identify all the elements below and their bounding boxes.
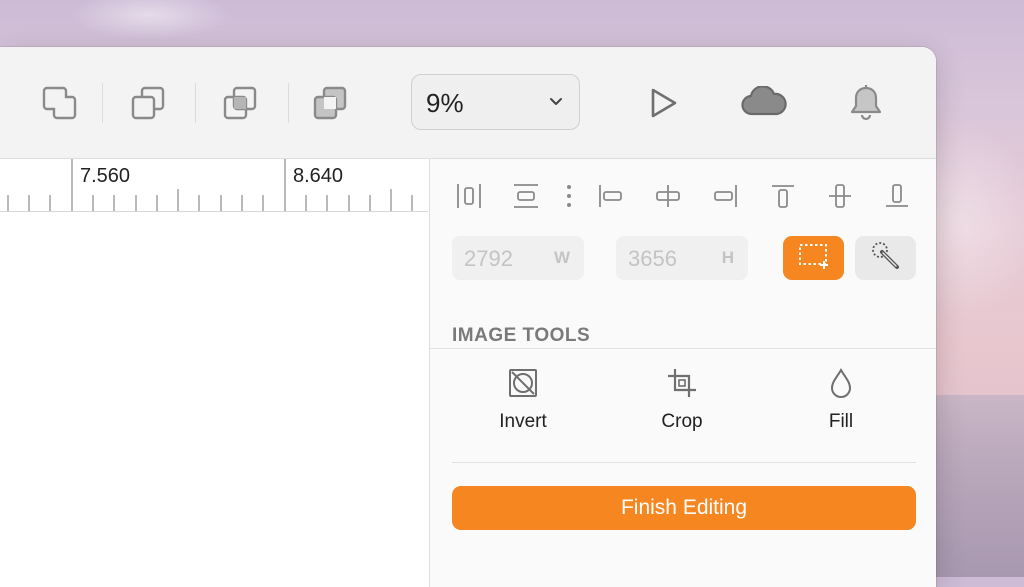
- align-top-icon[interactable]: [766, 179, 800, 213]
- width-unit-label: W: [553, 248, 570, 267]
- section-divider: [452, 462, 916, 463]
- marquee-select-icon: [796, 241, 832, 276]
- fill-label: Fill: [828, 411, 854, 432]
- align-center-vertical-icon[interactable]: [823, 179, 857, 213]
- subtract-icon[interactable]: [128, 83, 168, 123]
- width-value: 2792: [464, 246, 513, 271]
- magic-wand-button[interactable]: [855, 236, 916, 280]
- crop-tool-button[interactable]: Crop: [627, 363, 737, 433]
- toolbar-separator: [195, 83, 196, 123]
- toolbar-separator: [288, 83, 289, 123]
- cloud-icon[interactable]: [740, 83, 788, 123]
- invert-icon: [468, 363, 578, 403]
- horizontal-ruler: 7.560 8.640: [0, 159, 428, 212]
- ruler-label: 7.560: [80, 165, 131, 187]
- invert-label: Invert: [499, 411, 547, 432]
- align-center-horizontal-icon[interactable]: [651, 179, 685, 213]
- height-unit-label: H: [721, 248, 734, 267]
- bell-icon[interactable]: [846, 83, 886, 123]
- finish-editing-button[interactable]: Finish Editing: [452, 486, 916, 530]
- union-icon[interactable]: [40, 83, 80, 123]
- inspector-panel: 2792 W 3656 H IMAGE TOOLS Invert Crop Fi…: [429, 159, 936, 587]
- intersect-icon[interactable]: [220, 83, 260, 123]
- background-sea: [936, 395, 1024, 577]
- drop-icon: [786, 363, 896, 403]
- zoom-select[interactable]: 9%: [411, 74, 580, 130]
- canvas[interactable]: [0, 212, 428, 587]
- image-tools-title: IMAGE TOOLS: [452, 325, 591, 346]
- zoom-value: 9%: [426, 88, 464, 118]
- width-field[interactable]: 2792 W: [452, 236, 584, 280]
- height-value: 3656: [628, 246, 677, 271]
- crop-label: Crop: [661, 411, 703, 432]
- crop-icon: [627, 363, 737, 403]
- play-icon[interactable]: [642, 83, 682, 123]
- selection-tool-button[interactable]: [783, 236, 844, 280]
- distribute-vertical-icon[interactable]: [509, 179, 543, 213]
- difference-icon[interactable]: [310, 83, 350, 123]
- background-cloud: [70, 0, 230, 40]
- magic-wand-icon: [869, 240, 903, 277]
- toolbar-separator: [102, 83, 103, 123]
- more-options-icon[interactable]: [552, 179, 586, 213]
- invert-tool-button[interactable]: Invert: [468, 363, 578, 433]
- align-bottom-icon[interactable]: [880, 179, 914, 213]
- ruler-ticks: [7, 159, 413, 211]
- fill-tool-button[interactable]: Fill: [786, 363, 896, 433]
- app-window: 9% 7.560 8.640 2792 W 3656 H IMAGE TOOLS…: [0, 47, 936, 587]
- align-right-icon[interactable]: [709, 179, 743, 213]
- height-field[interactable]: 3656 H: [616, 236, 748, 280]
- chevron-down-icon: [547, 92, 565, 115]
- distribute-horizontal-icon[interactable]: [452, 179, 486, 213]
- section-divider: [430, 348, 936, 349]
- toolbar: 9%: [0, 47, 936, 159]
- ruler-label: 8.640: [293, 165, 344, 187]
- align-left-icon[interactable]: [593, 179, 627, 213]
